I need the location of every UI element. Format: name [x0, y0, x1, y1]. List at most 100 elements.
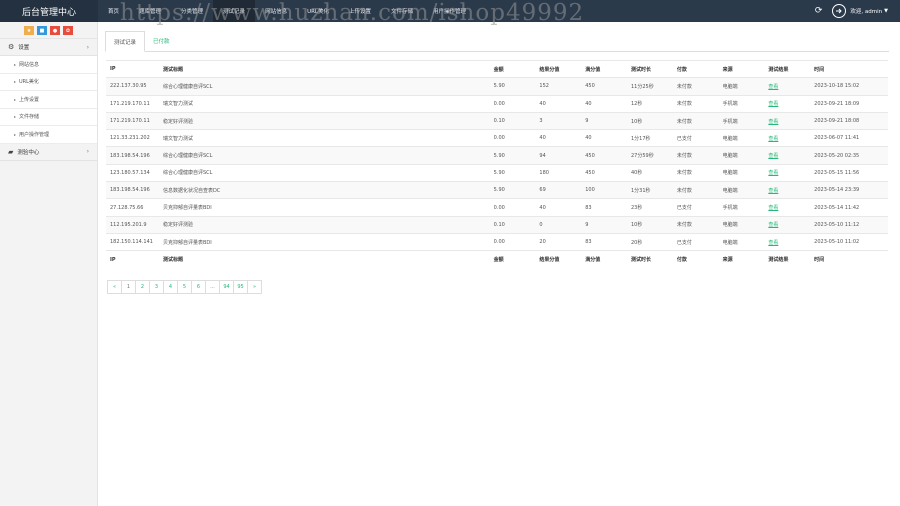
- cell-amount: 0.00: [489, 129, 536, 147]
- welcome-user-label[interactable]: 欢迎, admin: [850, 7, 882, 15]
- cell-time: 2023-05-15 11:56: [810, 163, 888, 182]
- cell-full-score: 450: [581, 146, 627, 165]
- cell-source: 电脑端: [718, 163, 765, 182]
- view-result-link[interactable]: 查看: [768, 153, 778, 159]
- cell-score: 3: [535, 111, 582, 130]
- pagination-prev-button[interactable]: «: [107, 280, 122, 294]
- cell-duration: 23秒: [626, 198, 673, 217]
- cell-duration: 12秒: [626, 94, 673, 113]
- cell-test-title: 瑞文智力测试: [158, 94, 490, 113]
- sidebar-item-label: URL美化: [19, 79, 39, 86]
- cell-full-score: 83: [581, 198, 627, 217]
- cell-payment: 未付款: [672, 77, 719, 96]
- pagination-page-1[interactable]: 1: [121, 280, 136, 294]
- cell-score: 40: [535, 198, 582, 217]
- sidebar-item-url-rewrite[interactable]: ▸ URL美化: [0, 73, 97, 91]
- pagination-page-5[interactable]: 5: [177, 280, 192, 294]
- column-header-test-title: 测试标题: [158, 59, 490, 78]
- cell-test-title: 贝克抑郁自评量表BDI: [158, 232, 490, 251]
- cell-time: 2023-05-10 11:02: [810, 232, 888, 251]
- cell-source: 电脑端: [718, 77, 765, 96]
- view-result-link[interactable]: 查看: [768, 240, 778, 246]
- pagination-ellipsis: ...: [205, 280, 220, 294]
- refresh-icon[interactable]: ⟳: [815, 6, 823, 16]
- cell-time: 2023-05-14 23:39: [810, 181, 888, 199]
- cell-ip: 183.198.54.196: [106, 146, 159, 165]
- tab-test-records[interactable]: 测试记录: [105, 31, 146, 52]
- table-row: 171.219.170.11 稳定好评测验 0.10 3 9 10秒 未付款 手机端 查看 202…: [106, 111, 888, 130]
- shortcut-gear-button[interactable]: ✿: [63, 26, 73, 35]
- pagination-page-4[interactable]: 4: [163, 280, 178, 294]
- shortcut-user-button[interactable]: ●: [50, 26, 60, 35]
- cell-result: 查看: [764, 198, 811, 217]
- table-row: 123.180.57.134 综合心理健康自评SCL 5.90 180 450 40秒 未付…: [106, 163, 888, 182]
- view-result-link[interactable]: 查看: [768, 222, 778, 228]
- cell-full-score: 9: [581, 111, 627, 130]
- pagination-page-2[interactable]: 2: [135, 280, 150, 294]
- table-row: 121.33.231.202 瑞文智力测试 0.00 40 40 1分17秒 已支付 电脑端查…: [106, 129, 888, 147]
- cell-amount: 0.10: [489, 215, 536, 234]
- cell-time: 2023-05-20 02:35: [810, 146, 888, 165]
- view-result-link[interactable]: 查看: [768, 205, 778, 211]
- table-row: 183.198.54.196 信息数据化状况自查表DC 5.90 69 100 1分31秒…: [106, 181, 888, 199]
- cell-ip: 123.180.57.134: [106, 163, 159, 182]
- cell-duration: 1分31秒: [626, 181, 673, 199]
- cell-source: 电脑端: [718, 215, 765, 234]
- pagination-page-94[interactable]: 94: [219, 280, 234, 294]
- cell-ip: 183.198.54.196: [106, 181, 159, 199]
- cell-ip: 182.150.114.141: [106, 232, 159, 251]
- sidebar-item-site-info[interactable]: ▸ 网站信息: [0, 56, 97, 74]
- pagination-page-6[interactable]: 6: [191, 280, 206, 294]
- cell-amount: 5.90: [489, 181, 536, 199]
- caret-down-icon[interactable]: ▼: [884, 8, 888, 14]
- view-result-link[interactable]: 查看: [768, 188, 778, 194]
- pagination-page-3[interactable]: 3: [149, 280, 164, 294]
- cell-payment: 未付款: [672, 215, 719, 234]
- table-row: 222.137.30.95 综合心理健康自评SCL 5.90 152 450 11分25秒…: [106, 77, 888, 96]
- shortcut-star-button[interactable]: ★: [24, 26, 34, 35]
- cell-score: 152: [535, 77, 582, 96]
- brand-title[interactable]: 后台管理中心: [0, 0, 98, 22]
- cell-test-title: 综合心理健康自评SCL: [158, 163, 490, 182]
- sidebar-item-user-operations[interactable]: ▸ 用户操作管理: [0, 126, 97, 144]
- view-result-link[interactable]: 查看: [768, 101, 778, 107]
- column-header-amount: 金额: [489, 59, 536, 78]
- test-records-table: IP 测试标题 金额 结果分值 满分值 测试时长 付款 来源 测试结果 时间 222.137.30…: [106, 59, 888, 269]
- cell-test-title: 信息数据化状况自查表DC: [158, 181, 490, 199]
- view-result-link[interactable]: 查看: [768, 119, 778, 125]
- sidebar-item-file-storage[interactable]: ▸ 文件存储: [0, 108, 97, 126]
- cogs-icon: ⚙: [8, 43, 15, 51]
- pagination-page-95[interactable]: 95: [233, 280, 248, 294]
- cell-full-score: 40: [581, 129, 627, 147]
- caret-right-icon: ▸: [14, 96, 17, 102]
- pagination-next-button[interactable]: »: [247, 280, 262, 294]
- tab-paid[interactable]: 已付款: [145, 31, 178, 51]
- column-header-source: 来源: [718, 59, 765, 78]
- cell-result: 查看: [764, 111, 811, 130]
- cell-score: 40: [535, 94, 582, 113]
- caret-right-icon: ▸: [14, 61, 17, 67]
- shortcut-doc-button[interactable]: ■: [37, 26, 47, 35]
- sidebar-menu-test-center-label: 测验中心: [17, 149, 40, 156]
- sidebar-item-upload-settings[interactable]: ▸ 上传设置: [0, 91, 97, 109]
- sidebar-menu-settings[interactable]: ⚙ 设置 ›: [0, 39, 97, 56]
- avatar-icon[interactable]: [832, 4, 847, 18]
- cell-test-title: 综合心理健康自评SCL: [158, 77, 490, 96]
- view-result-link[interactable]: 查看: [768, 84, 778, 90]
- column-header-ip: IP: [106, 59, 159, 78]
- column-footer-time: 时间: [810, 250, 888, 269]
- sidebar-item-label: 网站信息: [19, 61, 40, 68]
- cell-source: 手机端: [718, 94, 765, 113]
- view-result-link[interactable]: 查看: [768, 170, 778, 176]
- sidebar-menu-test-center[interactable]: ▰ 测验中心 ›: [0, 144, 97, 161]
- cell-time: 2023-05-10 11:12: [810, 215, 888, 234]
- cell-test-title: 瑞文智力测试: [158, 129, 490, 147]
- cell-time: 2023-09-21 18:08: [810, 111, 888, 130]
- view-result-link[interactable]: 查看: [768, 136, 778, 142]
- cell-score: 94: [535, 146, 582, 165]
- cell-payment: 未付款: [672, 146, 719, 165]
- cell-duration: 11分25秒: [626, 77, 673, 96]
- caret-right-icon: ▸: [14, 114, 17, 120]
- cell-source: 电脑端: [718, 146, 765, 165]
- main-content: 测试记录 已付款 IP 测试标题 金额 结果分值 满分值 测试时长 付款 来源 测试结果 时间 2…: [99, 22, 900, 506]
